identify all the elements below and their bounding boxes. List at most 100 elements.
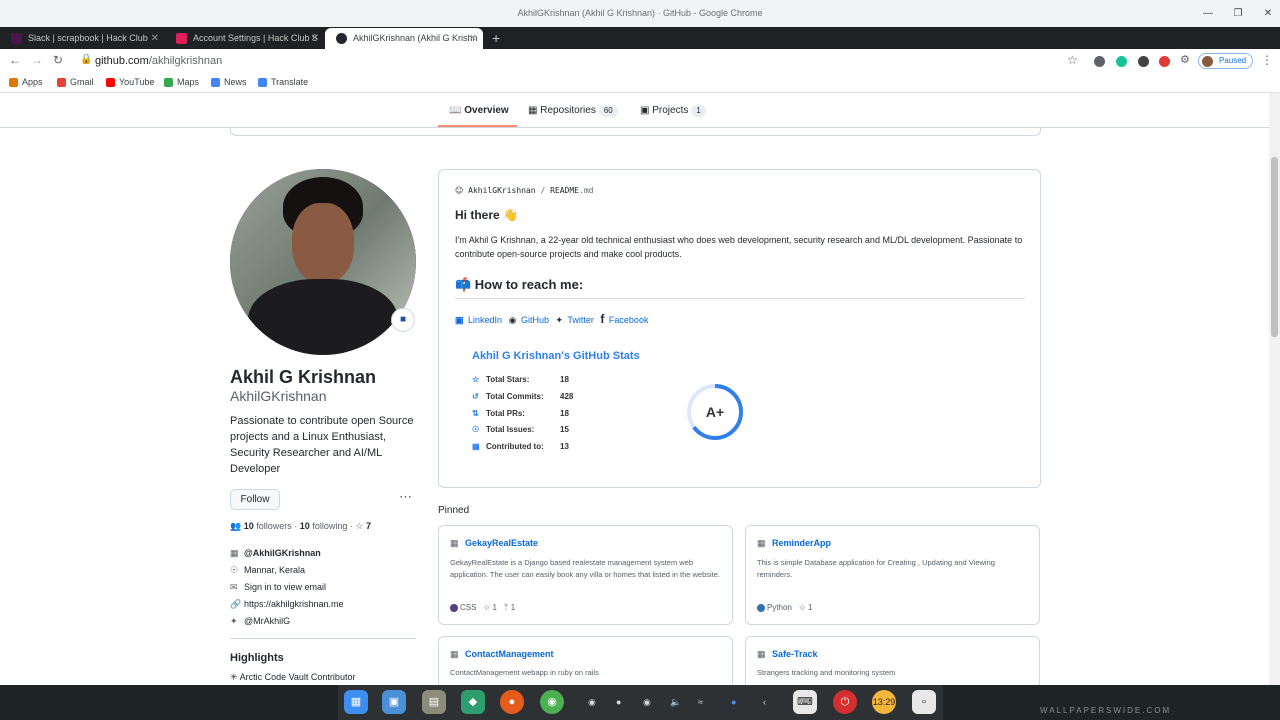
following-link[interactable]: 10 following xyxy=(300,521,348,531)
app-launcher-icon[interactable]: ▦ xyxy=(344,690,368,714)
software-center-icon[interactable]: ◆ xyxy=(461,690,485,714)
repo-description: This is simple Database application for … xyxy=(757,558,995,579)
slack-icon xyxy=(11,33,22,44)
repo-description: ContactManagement webapp in ruby on rail… xyxy=(450,668,599,677)
bookmark-gmail[interactable]: Gmail xyxy=(57,77,94,87)
bluetooth-icon[interactable]: ● xyxy=(731,697,736,707)
github-icon: ◉ xyxy=(508,315,517,325)
file-manager-icon[interactable]: ▣ xyxy=(382,690,406,714)
tab-slack[interactable]: Slack | scrapbook | Hack Club ✕ xyxy=(0,28,165,49)
firefox-icon[interactable]: ● xyxy=(500,690,524,714)
gmail-icon xyxy=(57,78,66,87)
restore-icon[interactable]: ❐ xyxy=(1223,0,1253,27)
bookmark-translate[interactable]: Translate xyxy=(258,77,308,87)
readme-header: ☺ AkhilGKrishnan / README.md xyxy=(455,186,594,195)
forks-link[interactable]: ᛉ 1 xyxy=(504,603,516,612)
repo-link[interactable]: ▦ ReminderApp xyxy=(757,538,831,548)
address-bar[interactable]: github.com/akhilgkrishnan xyxy=(95,55,222,67)
readme-greeting: Hi there 👋 xyxy=(455,208,518,222)
volume-icon[interactable]: 🔈 xyxy=(670,697,681,708)
scrollbar-thumb[interactable] xyxy=(1271,157,1278,337)
tray-icon[interactable]: ◉ xyxy=(643,697,651,708)
forward-icon[interactable]: → xyxy=(31,53,43,67)
follow-button[interactable]: Follow xyxy=(230,489,280,510)
repo-link[interactable]: ▦ Safe-Track xyxy=(757,649,818,659)
tab-close-icon[interactable]: ✕ xyxy=(151,28,159,49)
twitter-link[interactable]: ✦ @MrAkhilG xyxy=(230,616,344,633)
profile-login: AkhilGKrishnan xyxy=(230,388,327,404)
website-link[interactable]: 🔗 https://akhilgkrishnan.me xyxy=(230,599,344,616)
github-link[interactable]: ◉ GitHub xyxy=(509,315,551,325)
menu-icon[interactable]: ⋮ xyxy=(1261,53,1273,67)
org-row[interactable]: ▦ @AkhilGKrishnan xyxy=(230,548,344,565)
chrome-icon[interactable]: ◉ xyxy=(540,690,564,714)
stars-link[interactable]: ☆ 7 xyxy=(355,521,371,531)
tray-icon[interactable]: ● xyxy=(616,697,621,707)
maps-icon xyxy=(164,78,173,87)
reload-icon[interactable]: ↻ xyxy=(53,53,63,67)
repo-link[interactable]: ▦ GekayRealEstate xyxy=(450,538,538,548)
chrome-tray-icon[interactable]: ◉ xyxy=(588,697,596,708)
pinned-title: Pinned xyxy=(438,505,470,516)
repo-link[interactable]: ▦ ContactManagement xyxy=(450,649,554,659)
folder-icon[interactable]: ▤ xyxy=(422,690,446,714)
bookmark-news[interactable]: News xyxy=(211,77,247,87)
grammarly-icon[interactable] xyxy=(1116,56,1127,67)
projects-count: 1 xyxy=(691,105,706,117)
extension-icon[interactable] xyxy=(1159,56,1170,67)
email-row[interactable]: ✉ Sign in to view email xyxy=(230,582,344,599)
repo-description: GekayRealEstate is a Django based reales… xyxy=(450,558,721,579)
close-window-icon[interactable]: ✕ xyxy=(1253,0,1280,27)
readme-file-link[interactable]: README xyxy=(550,186,579,195)
keyboard-icon[interactable]: ⌨ xyxy=(793,690,817,714)
book-icon: 📖 xyxy=(449,105,462,116)
tab-overview[interactable]: 📖 Overview xyxy=(449,105,509,116)
language-color-dot xyxy=(450,603,458,612)
tab-close-icon[interactable]: ✕ xyxy=(469,28,477,49)
profile-button[interactable]: Paused xyxy=(1198,53,1253,69)
wifi-icon[interactable]: ≈ xyxy=(698,697,703,707)
avatar xyxy=(1202,56,1213,67)
minimize-icon[interactable]: — xyxy=(1193,0,1223,27)
extension-icon[interactable] xyxy=(1138,56,1149,67)
status-badge[interactable]: ■ xyxy=(391,308,415,332)
tab-projects[interactable]: ▣ Projects 1 xyxy=(640,105,706,117)
bookmark-maps[interactable]: Maps xyxy=(164,77,199,87)
power-icon[interactable]: ⏻ xyxy=(833,690,857,714)
extension-icon[interactable] xyxy=(1094,56,1105,67)
stars-link[interactable]: ☆ 1 xyxy=(799,603,813,612)
bookmark-youtube[interactable]: YouTube xyxy=(106,77,154,87)
lock-icon[interactable]: 🔒 xyxy=(80,54,92,65)
tab-close-icon[interactable]: ✕ xyxy=(311,28,319,49)
trash-icon[interactable]: ▫ xyxy=(912,690,936,714)
followers-link[interactable]: 10 followers xyxy=(244,521,292,531)
tab-repositories[interactable]: ▦ Repositories 60 xyxy=(528,105,618,117)
window-title: AkhilGKrishnan (Akhil G Krishnan) · GitH… xyxy=(517,8,763,18)
readme-card: ☺ AkhilGKrishnan / README.md Hi there 👋 … xyxy=(438,169,1041,488)
puzzle-icon[interactable]: ⚙ xyxy=(1180,53,1190,66)
tab-account-settings[interactable]: Account Settings | Hack Club S ✕ xyxy=(165,28,325,49)
twitter-icon: ✦ xyxy=(555,315,564,325)
language-color-dot xyxy=(757,603,765,612)
more-options-icon[interactable]: ⋯ xyxy=(399,489,412,505)
location-icon: ☉ xyxy=(230,565,239,575)
history-icon: ↺ xyxy=(472,392,479,401)
twitter-link[interactable]: ✦ Twitter xyxy=(555,315,595,325)
highlight-item[interactable]: ✳ Arctic Code Vault Contributor xyxy=(230,672,355,683)
new-tab-icon[interactable]: + xyxy=(492,27,500,49)
clock-icon[interactable]: 13:29 xyxy=(872,690,896,714)
profile-avatar[interactable] xyxy=(230,169,416,355)
bookmark-apps[interactable]: Apps xyxy=(9,77,43,87)
github-stats-card[interactable]: Akhil G Krishnan's GitHub Stats ☆ Total S… xyxy=(472,348,792,463)
linkedin-link[interactable]: ▣ LinkedIn xyxy=(455,315,504,325)
collapse-tray-icon[interactable]: ‹ xyxy=(763,697,766,707)
stars-link[interactable]: ☆ 1 xyxy=(483,603,497,612)
repo-icon: ▦ xyxy=(757,538,766,548)
bookmark-star-icon[interactable]: ☆ xyxy=(1067,53,1078,67)
readme-owner-link[interactable]: AkhilGKrishnan xyxy=(468,186,535,195)
facebook-link[interactable]: f Facebook xyxy=(600,312,650,326)
page-scrollbar[interactable] xyxy=(1269,93,1280,685)
grade-label: A+ xyxy=(706,404,724,420)
back-icon[interactable]: ← xyxy=(9,53,21,67)
tab-github-profile[interactable]: AkhilGKrishnan (Akhil G Krishn ✕ xyxy=(325,28,483,49)
